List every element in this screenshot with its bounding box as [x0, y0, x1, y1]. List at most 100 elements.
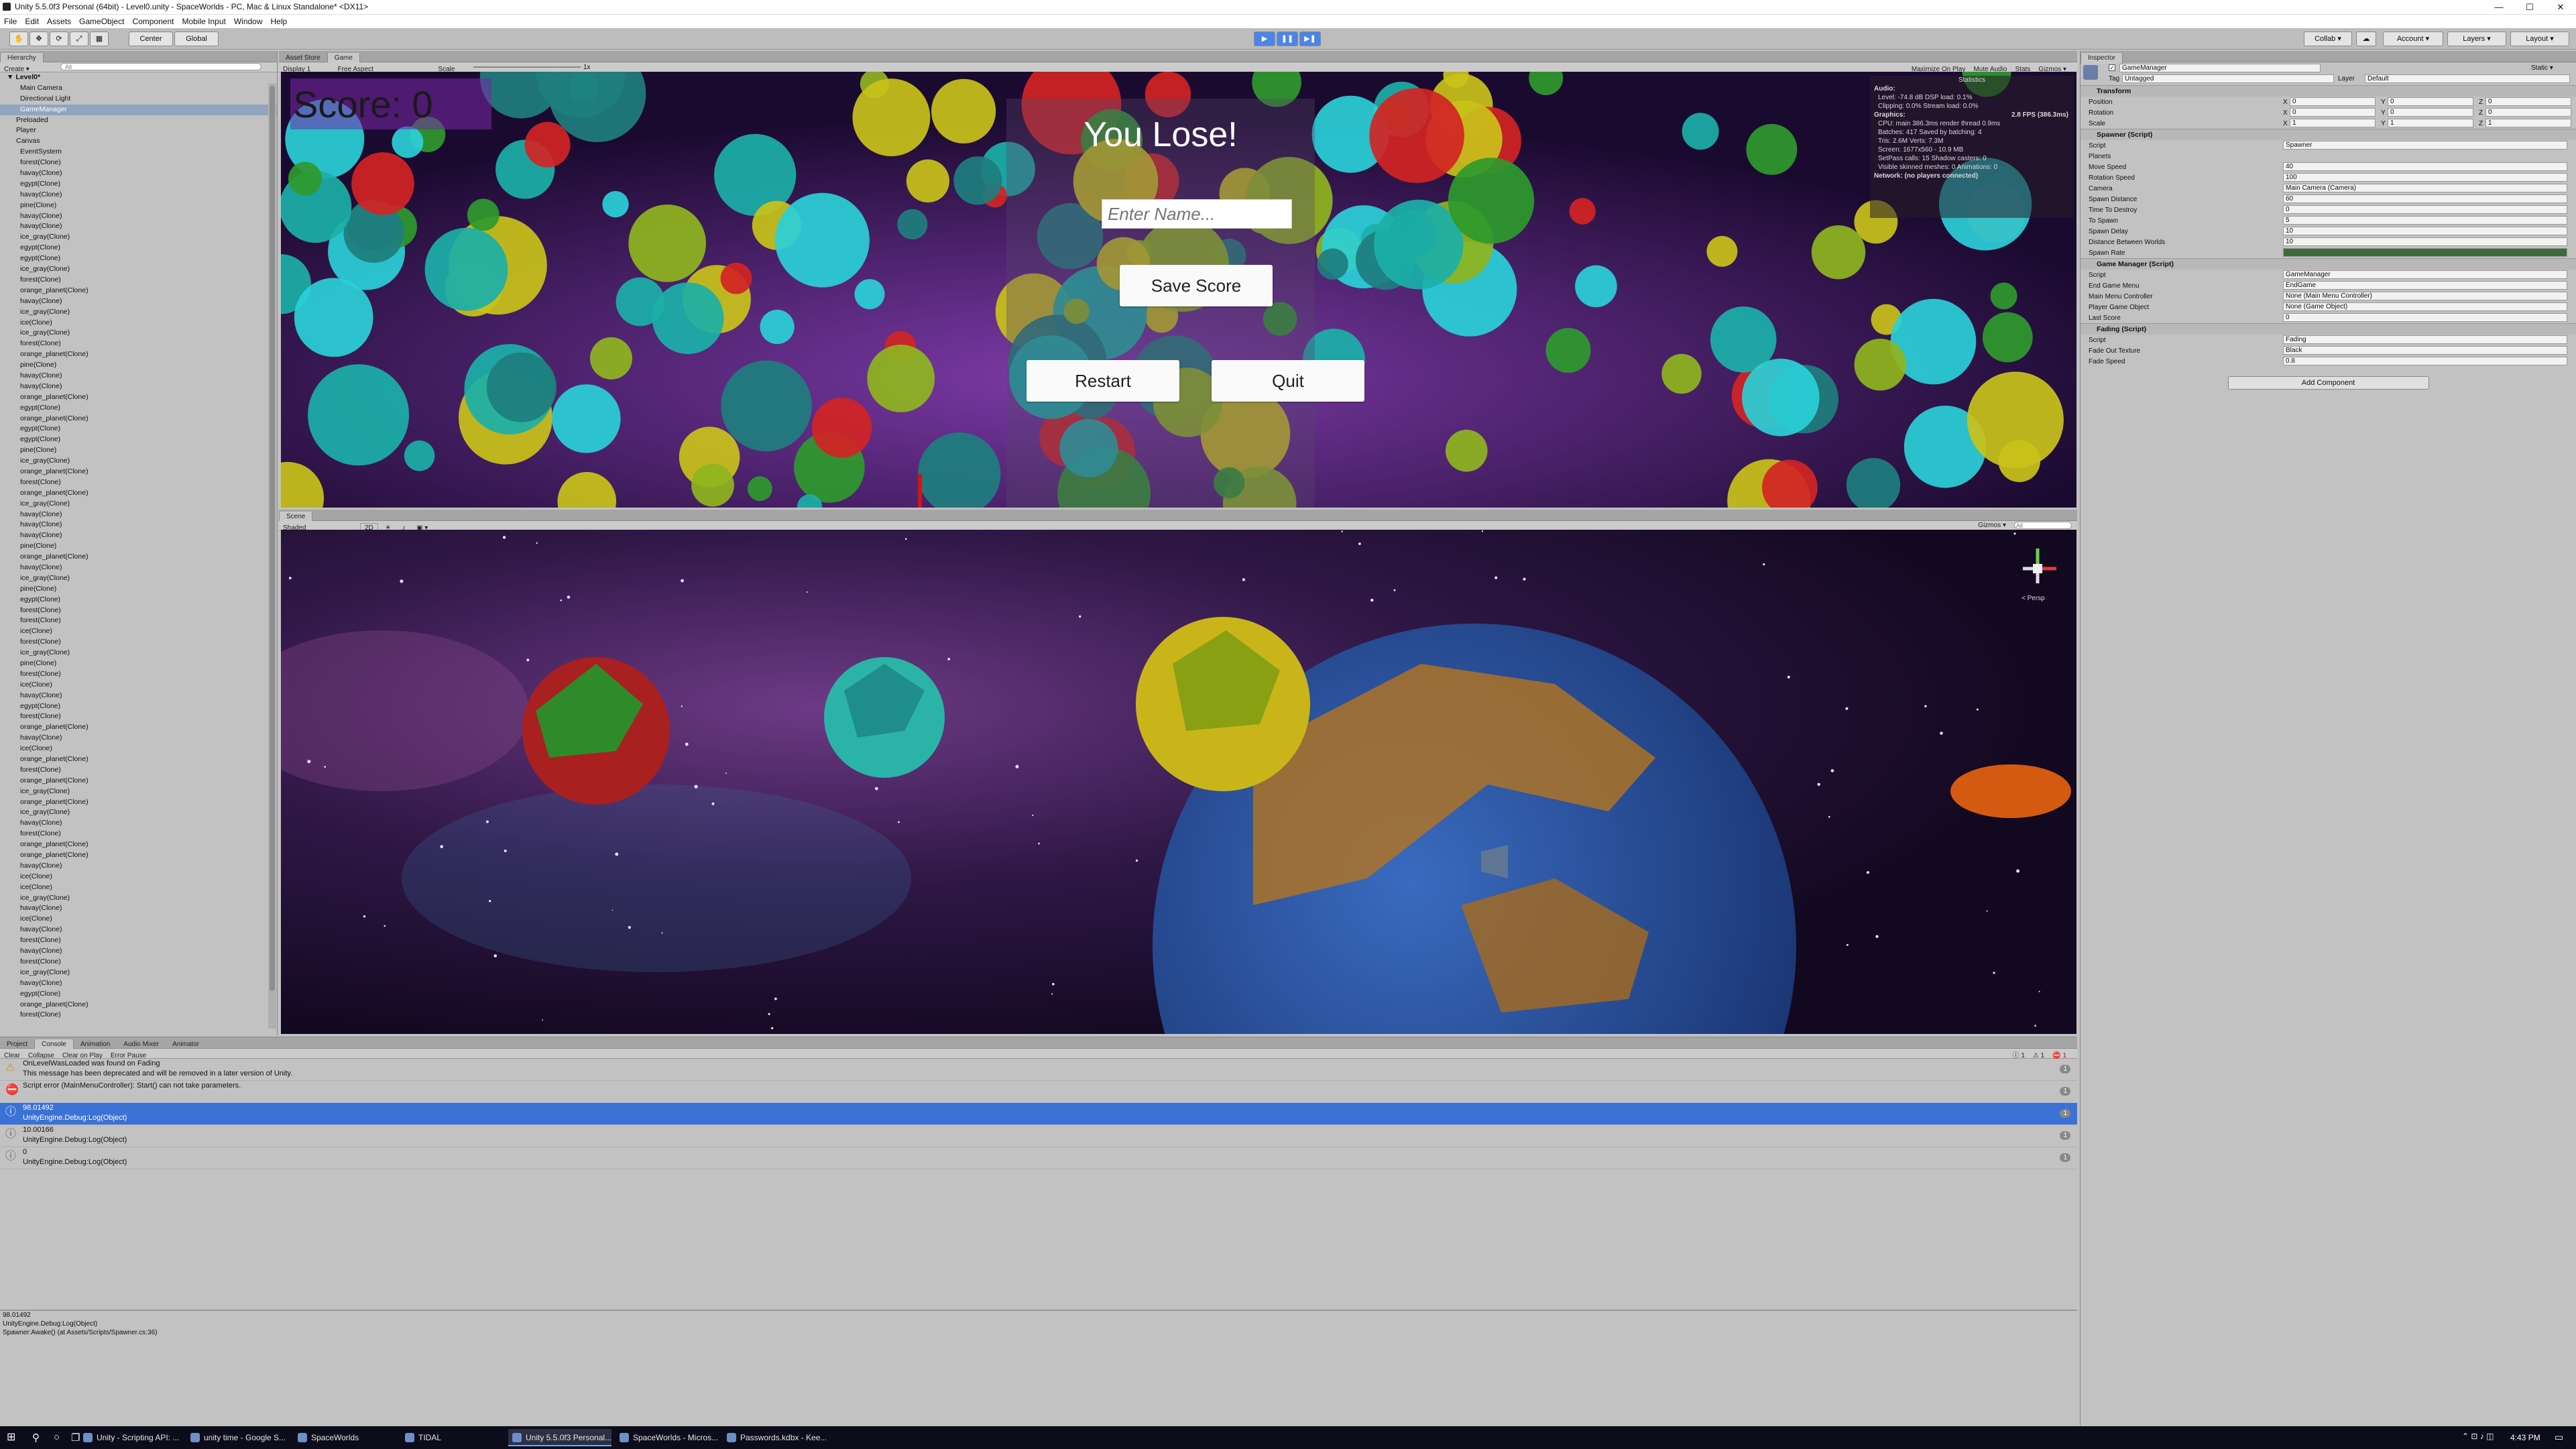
hierarchy-item[interactable]: forest(Clone): [0, 477, 277, 488]
hierarchy-item[interactable]: havay(Clone): [0, 733, 277, 744]
hierarchy-item[interactable]: egypt(Clone): [0, 253, 277, 264]
hierarchy-item[interactable]: havay(Clone): [0, 691, 277, 701]
property-value-field[interactable]: 0: [2283, 205, 2567, 214]
hierarchy-item[interactable]: ice_gray(Clone): [0, 232, 277, 243]
transform-y-field[interactable]: 0: [2388, 97, 2473, 106]
hierarchy-item[interactable]: ice_gray(Clone): [0, 648, 277, 658]
scene-view[interactable]: < Persp: [281, 530, 2076, 1034]
hierarchy-item[interactable]: ice(Clone): [0, 680, 277, 691]
hierarchy-item[interactable]: havay(Clone): [0, 221, 277, 232]
hierarchy-item[interactable]: ice(Clone): [0, 872, 277, 882]
game-manager-header[interactable]: Game Manager (Script): [2081, 258, 2576, 270]
hierarchy-item[interactable]: forest(Clone): [0, 1010, 277, 1021]
cortana-icon[interactable]: ○: [54, 1432, 60, 1443]
hierarchy-item[interactable]: orange_planet(Clone): [0, 722, 277, 733]
console-entry[interactable]: ⓘ 98.01492 UnityEngine.Debug:Log(Object) 1: [0, 1103, 2077, 1125]
hierarchy-item[interactable]: pine(Clone): [0, 541, 277, 552]
hierarchy-item[interactable]: havay(Clone): [0, 296, 277, 307]
hierarchy-item[interactable]: egypt(Clone): [0, 243, 277, 253]
hierarchy-item[interactable]: ice_gray(Clone): [0, 573, 277, 584]
system-tray-icons[interactable]: ⌃ ⊡ ♪ ◫: [2462, 1432, 2494, 1441]
property-value-field[interactable]: None (Main Menu Controller): [2283, 292, 2567, 300]
hierarchy-item[interactable]: orange_planet(Clone): [0, 552, 277, 563]
static-toggle[interactable]: Static ▾: [2531, 64, 2553, 72]
hierarchy-item[interactable]: ice_gray(Clone): [0, 264, 277, 275]
taskbar-app[interactable]: unity time - Google S...: [186, 1429, 290, 1446]
property-value-field[interactable]: EndGame: [2283, 281, 2567, 290]
hierarchy-item[interactable]: forest(Clone): [0, 829, 277, 839]
hierarchy-item[interactable]: egypt(Clone): [0, 424, 277, 434]
hierarchy-item[interactable]: ice(Clone): [0, 914, 277, 925]
scene-gizmos-dropdown[interactable]: Gizmos ▾: [1974, 521, 2010, 530]
active-checkbox[interactable]: ✓: [2109, 64, 2115, 71]
close-button[interactable]: ✕: [2545, 0, 2576, 15]
hierarchy-item[interactable]: havay(Clone): [0, 530, 277, 541]
hierarchy-item[interactable]: egypt(Clone): [0, 595, 277, 605]
rotate-tool-button[interactable]: ⟳: [50, 32, 68, 46]
hierarchy-item[interactable]: pine(Clone): [0, 200, 277, 211]
search-icon[interactable]: ⚲: [32, 1432, 40, 1444]
hierarchy-create-dropdown[interactable]: Create ▾: [0, 65, 34, 74]
hierarchy-item[interactable]: havay(Clone): [0, 563, 277, 573]
property-value-field[interactable]: Main Camera (Camera): [2283, 184, 2567, 192]
property-value-field[interactable]: 10: [2283, 227, 2567, 235]
hierarchy-item[interactable]: orange_planet(Clone): [0, 1000, 277, 1010]
hierarchy-item[interactable]: forest(Clone): [0, 711, 277, 722]
taskbar-clock[interactable]: 4:43 PM: [2510, 1433, 2540, 1442]
pivot-center-button[interactable]: Center: [129, 32, 173, 46]
hierarchy-item[interactable]: orange_planet(Clone): [0, 754, 277, 765]
hierarchy-scrollbar[interactable]: [268, 83, 276, 1029]
hierarchy-item[interactable]: ice_gray(Clone): [0, 893, 277, 904]
fading-header[interactable]: Fading (Script): [2081, 323, 2576, 335]
console-splitter[interactable]: [0, 1310, 2077, 1311]
transform-x-field[interactable]: 1: [2290, 119, 2376, 127]
cloud-icon[interactable]: ☁: [2356, 32, 2376, 46]
property-value-field[interactable]: 40: [2283, 162, 2567, 171]
hierarchy-item[interactable]: forest(Clone): [0, 605, 277, 616]
pivot-global-button[interactable]: Global: [174, 32, 219, 46]
hierarchy-item[interactable]: forest(Clone): [0, 275, 277, 286]
console-entry[interactable]: ⛔ Script error (MainMenuController): Star…: [0, 1081, 2077, 1103]
hierarchy-item[interactable]: havay(Clone): [0, 818, 277, 829]
hierarchy-item[interactable]: GameManager: [0, 104, 277, 115]
hierarchy-item[interactable]: ice(Clone): [0, 882, 277, 893]
collab-button[interactable]: Collab ▾: [2304, 32, 2352, 46]
hierarchy-item[interactable]: havay(Clone): [0, 861, 277, 872]
hierarchy-item[interactable]: ice(Clone): [0, 626, 277, 637]
scene-root-item[interactable]: ▼ Level0*: [0, 72, 277, 83]
hierarchy-item[interactable]: havay(Clone): [0, 190, 277, 200]
property-value-field[interactable]: 0.8: [2283, 357, 2567, 365]
property-value-field[interactable]: 100: [2283, 173, 2567, 182]
hierarchy-scroll-thumb[interactable]: [270, 86, 275, 991]
hierarchy-item[interactable]: forest(Clone): [0, 765, 277, 776]
scene-search-input[interactable]: [2014, 522, 2072, 529]
hierarchy-item[interactable]: orange_planet(Clone): [0, 839, 277, 850]
taskbar-app[interactable]: TIDAL: [401, 1429, 504, 1446]
hierarchy-item[interactable]: ice_gray(Clone): [0, 499, 277, 510]
hierarchy-item[interactable]: pine(Clone): [0, 445, 277, 456]
spawner-header[interactable]: Spawner (Script): [2081, 129, 2576, 140]
property-value-field[interactable]: None (Game Object): [2283, 302, 2567, 311]
menu-help[interactable]: Help: [267, 15, 292, 28]
hierarchy-item[interactable]: ice(Clone): [0, 744, 277, 754]
hierarchy-item[interactable]: forest(Clone): [0, 616, 277, 626]
persp-label[interactable]: < Persp: [2022, 594, 2045, 603]
account-dropdown[interactable]: Account ▾: [2383, 32, 2443, 46]
hierarchy-item[interactable]: egypt(Clone): [0, 989, 277, 1000]
hierarchy-item[interactable]: ice_gray(Clone): [0, 328, 277, 339]
transform-y-field[interactable]: 1: [2388, 119, 2473, 127]
layers-dropdown[interactable]: Layers ▾: [2447, 32, 2506, 46]
hierarchy-item[interactable]: havay(Clone): [0, 903, 277, 914]
property-value-field[interactable]: 60: [2283, 194, 2567, 203]
hierarchy-item[interactable]: ice_gray(Clone): [0, 787, 277, 797]
enter-name-input[interactable]: [1102, 199, 1292, 229]
minimize-button[interactable]: —: [2483, 0, 2514, 15]
property-value-field[interactable]: Spawner: [2283, 141, 2567, 150]
restart-button[interactable]: Restart: [1027, 360, 1179, 402]
scale-slider[interactable]: [473, 66, 581, 68]
hierarchy-item[interactable]: Main Camera: [0, 83, 277, 94]
console-entry[interactable]: ⓘ 10.00166 UnityEngine.Debug:Log(Object) 1: [0, 1125, 2077, 1147]
hierarchy-item[interactable]: havay(Clone): [0, 382, 277, 392]
hierarchy-item[interactable]: havay(Clone): [0, 520, 277, 530]
menu-file[interactable]: File: [0, 15, 21, 28]
